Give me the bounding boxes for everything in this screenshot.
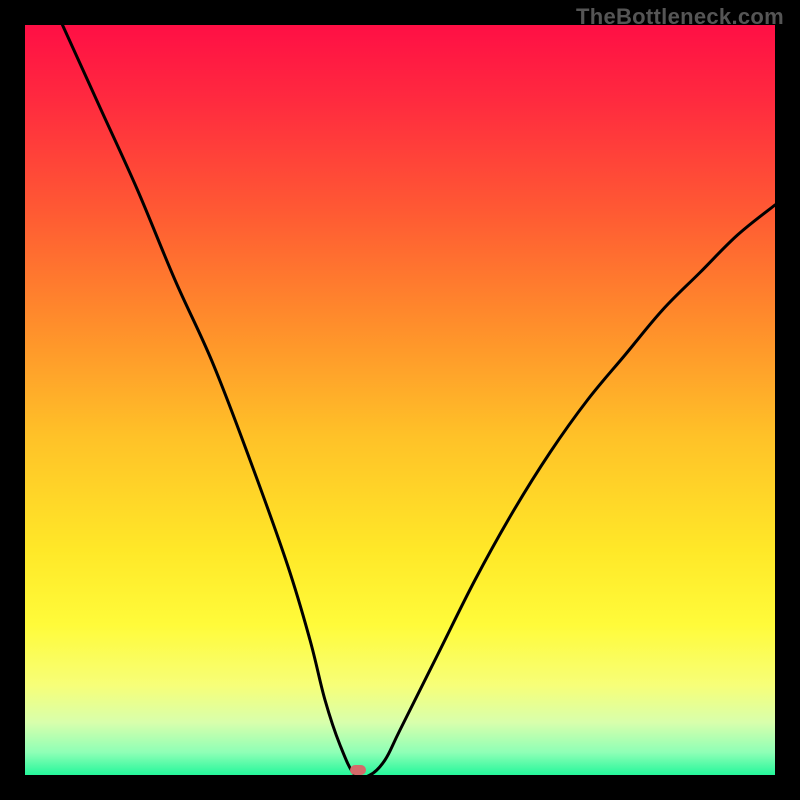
chart-frame: TheBottleneck.com — [0, 0, 800, 800]
optimal-marker — [350, 765, 366, 775]
bottleneck-curve — [25, 25, 775, 775]
plot-area — [25, 25, 775, 775]
